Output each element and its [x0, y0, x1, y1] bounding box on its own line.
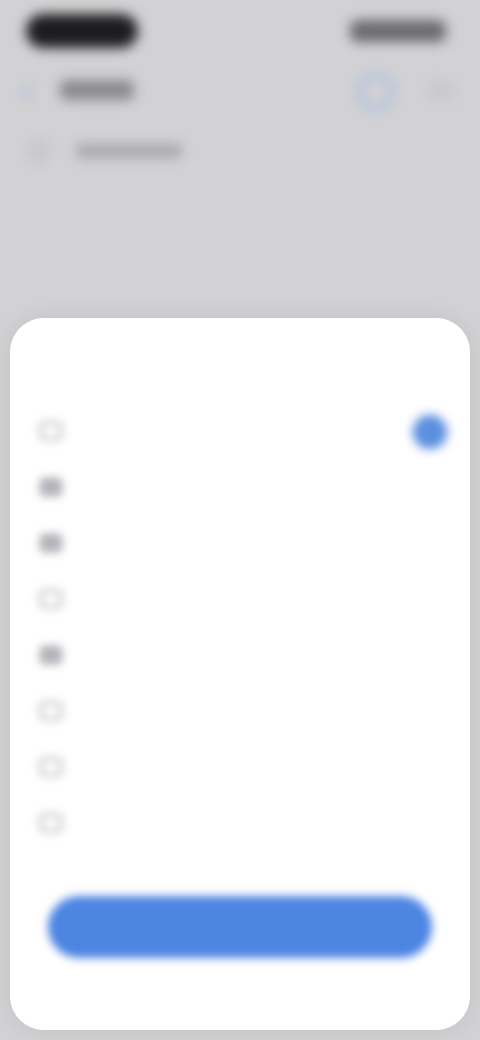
- status-bar: [0, 0, 480, 64]
- square-filled-icon: [40, 646, 62, 664]
- square-outline-icon: [40, 590, 62, 608]
- radio-selected-icon[interactable]: [414, 416, 446, 448]
- square-outline-icon: [40, 814, 62, 832]
- option-row[interactable]: [10, 460, 470, 516]
- app-header: ‹: [0, 64, 480, 120]
- square-outline-icon: [40, 758, 62, 776]
- subheader: [0, 130, 480, 174]
- option-row[interactable]: [10, 516, 470, 572]
- bottom-sheet: [10, 318, 470, 1030]
- option-row[interactable]: [10, 740, 470, 796]
- status-icons: [350, 20, 446, 42]
- option-row[interactable]: [10, 684, 470, 740]
- option-row[interactable]: [10, 796, 470, 852]
- sheet-content: [10, 318, 470, 1030]
- circle-icon: [30, 142, 48, 160]
- square-filled-icon: [40, 534, 62, 552]
- status-time: [26, 14, 138, 48]
- subheader-text: [76, 144, 182, 158]
- square-outline-icon: [40, 702, 62, 720]
- screen: ‹: [0, 0, 480, 1040]
- circle-icon[interactable]: [358, 74, 394, 110]
- option-row[interactable]: [10, 628, 470, 684]
- confirm-button[interactable]: [48, 896, 432, 958]
- option-row[interactable]: [10, 572, 470, 628]
- square-outline-icon: [40, 422, 62, 440]
- chevron-left-icon[interactable]: ‹: [24, 80, 38, 102]
- square-filled-icon: [40, 478, 62, 496]
- header-title: [60, 80, 134, 100]
- header-action-button[interactable]: [428, 82, 454, 100]
- option-row[interactable]: [10, 404, 470, 460]
